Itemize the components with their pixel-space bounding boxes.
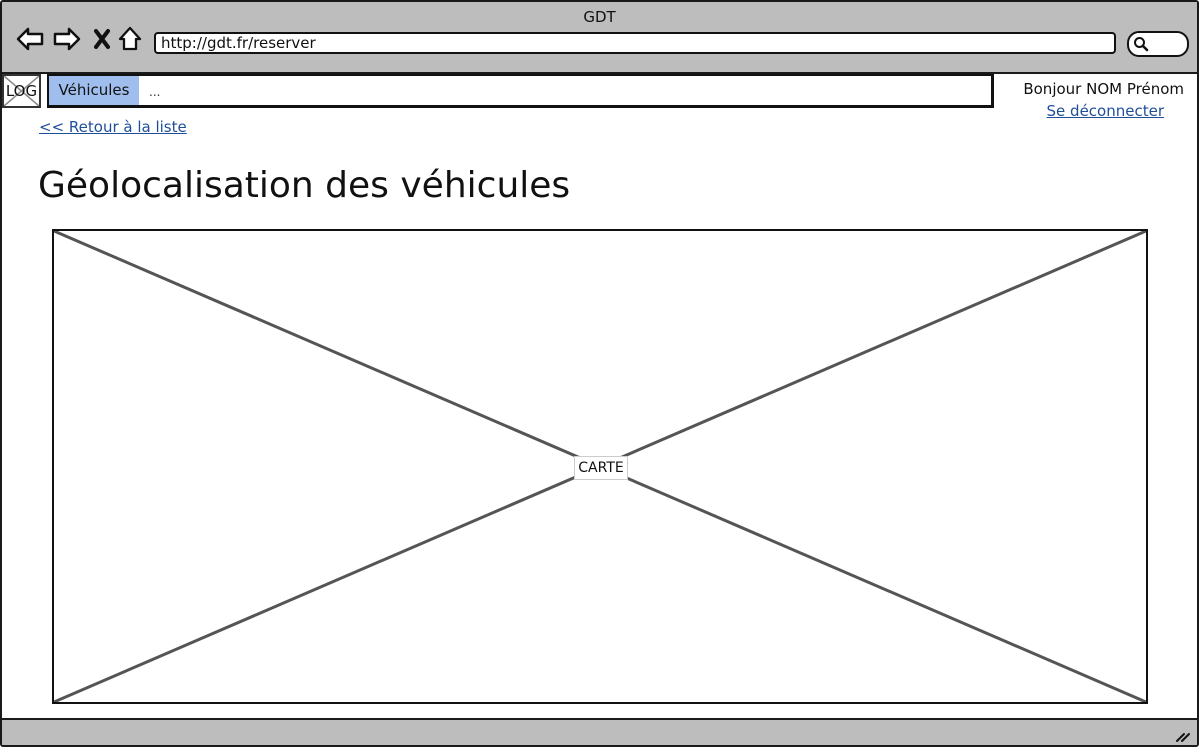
nav-more[interactable]: ...: [149, 76, 160, 105]
nav-tab-vehicules[interactable]: Véhicules: [49, 76, 139, 105]
logo[interactable]: LOG: [2, 74, 41, 108]
main-nav: Véhicules ...: [47, 74, 994, 108]
status-bar: [2, 718, 1197, 745]
logout-link[interactable]: Se déconnecter: [1002, 102, 1164, 120]
back-arrow-icon[interactable]: [15, 24, 45, 54]
browser-search-field[interactable]: [1127, 31, 1189, 57]
home-icon[interactable]: [116, 24, 146, 54]
resize-grip-icon[interactable]: [1175, 727, 1191, 743]
address-bar[interactable]: http://gdt.fr/reserver: [154, 32, 1116, 54]
user-greeting: Bonjour NOM Prénom: [1023, 80, 1184, 98]
search-icon: [1134, 37, 1149, 52]
map-placeholder[interactable]: CARTE: [52, 229, 1148, 704]
map-label: CARTE: [574, 456, 628, 480]
window-title: GDT: [583, 8, 616, 26]
page-title: Géolocalisation des véhicules: [38, 165, 571, 206]
browser-window: GDT http://gdt.fr/reserver LOG Véhicules…: [0, 0, 1199, 747]
back-to-list-link[interactable]: << Retour à la liste: [39, 118, 187, 136]
logo-text: LOG: [5, 82, 38, 100]
forward-arrow-icon[interactable]: [52, 24, 82, 54]
browser-toolbar: GDT http://gdt.fr/reserver: [2, 2, 1197, 74]
